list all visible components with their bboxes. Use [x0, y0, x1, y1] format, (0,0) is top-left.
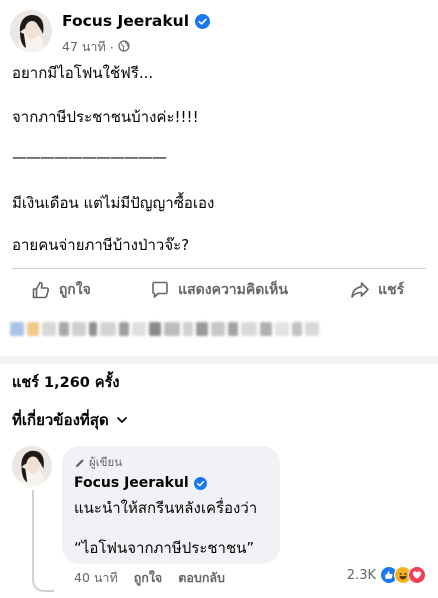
- post-line: อายคนจ่ายภาษีบ้างป่าวจ๊ะ?: [12, 236, 190, 254]
- post-line: อยากมีไอโฟนใช้ฟรี...: [12, 64, 154, 82]
- section-separator: [0, 356, 438, 364]
- thumbs-up-icon: [32, 281, 49, 299]
- share-count[interactable]: แชร์ 1,260 ครั้ง: [12, 371, 120, 394]
- thread-line: [32, 490, 34, 582]
- post-line-divider: ———————————: [12, 148, 167, 166]
- like-button[interactable]: ถูกใจ: [0, 272, 122, 308]
- share-button[interactable]: แชร์: [316, 272, 438, 308]
- post-card: Focus Jeerakul 47 นาที · อยากมีไอโฟนใช้ฟ…: [0, 0, 438, 356]
- post-actions: ถูกใจ แสดงความคิดเห็น แชร์: [0, 272, 438, 308]
- author-name-text[interactable]: Focus Jeerakul: [62, 12, 189, 30]
- comment-author-avatar[interactable]: [12, 446, 52, 486]
- reaction-count: 2.3K: [346, 567, 376, 583]
- comment-icon: [152, 281, 168, 298]
- share-label: แชร์: [378, 282, 405, 298]
- like-label: ถูกใจ: [58, 282, 91, 298]
- globe-icon: [118, 39, 130, 55]
- comment-like-button[interactable]: ถูกใจ: [134, 568, 163, 588]
- comment-reply-button[interactable]: ตอบกลับ: [178, 568, 225, 588]
- comment-filter-label: ที่เกี่ยวข้องที่สุด: [12, 411, 109, 429]
- comment-bubble: ผู้เขียน Focus Jeerakul แนะนำให้สกรีนหลั…: [62, 446, 280, 564]
- author-name[interactable]: Focus Jeerakul: [62, 12, 211, 30]
- divider: [12, 268, 426, 269]
- comment-meta: 40 นาที ถูกใจ ตอบกลับ: [74, 568, 225, 588]
- share-arrow-icon: [351, 282, 369, 298]
- comment-label: แสดงความคิดเห็น: [178, 282, 288, 298]
- comment-author-name[interactable]: Focus Jeerakul: [74, 475, 268, 491]
- comment-author-text[interactable]: Focus Jeerakul: [74, 475, 189, 491]
- pen-icon: [75, 458, 84, 467]
- comment-time[interactable]: 40 นาที: [74, 568, 118, 588]
- post-meta: 47 นาที ·: [62, 37, 130, 57]
- comment-filter-dropdown[interactable]: ที่เกี่ยวข้องที่สุด: [12, 408, 129, 432]
- chevron-down-icon: [116, 417, 127, 423]
- meta-separator: ·: [109, 39, 114, 55]
- verified-badge-icon: [193, 476, 207, 490]
- comment-body: แนะนำให้สกรีนหลังเครื่องว่า “ไอโฟนจากภาษ…: [74, 499, 268, 558]
- post-line: จากภาษีประชาชนบ้างค่ะ!!!!: [12, 108, 199, 126]
- comment-button[interactable]: แสดงความคิดเห็น: [122, 272, 317, 308]
- comment-line: แนะนำให้สกรีนหลังเครื่องว่า: [74, 499, 258, 517]
- author-tag: ผู้เขียน: [74, 454, 268, 472]
- verified-badge-icon: [195, 13, 211, 29]
- author-avatar[interactable]: [10, 10, 52, 52]
- post-time[interactable]: 47 นาที: [62, 37, 106, 57]
- blurred-reactions-strip: [10, 318, 330, 340]
- comment-line: “ไอโฟนจากภาษีประชาชน”: [74, 538, 255, 557]
- thread-connector: [32, 570, 54, 592]
- reaction-icons: [380, 566, 426, 584]
- love-reaction-icon: [408, 566, 426, 584]
- post-line: มีเงินเดือน แต่ไม่มีปัญญาซื้อเอง: [12, 194, 215, 212]
- author-tag-label: ผู้เขียน: [89, 455, 123, 469]
- comment-reactions[interactable]: 2.3K: [347, 566, 426, 584]
